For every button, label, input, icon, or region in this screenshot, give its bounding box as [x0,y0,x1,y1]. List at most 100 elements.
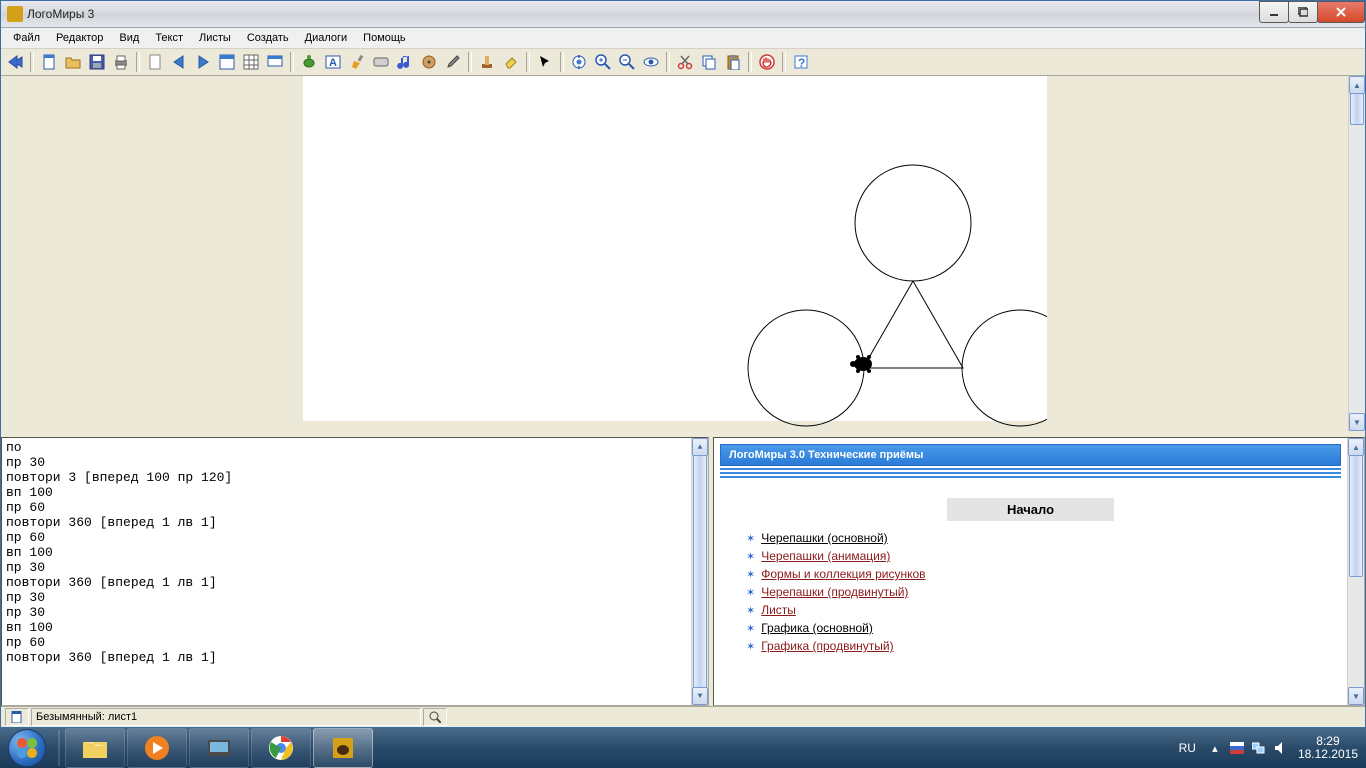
chrome-icon [267,734,295,762]
taskbar-app1[interactable] [189,728,249,768]
canvas-area: ▲ ▼ [1,76,1365,434]
help-scrollbar[interactable]: ▲ ▼ [1347,438,1364,705]
taskbar-media-player[interactable] [127,728,187,768]
scroll-up-button[interactable]: ▲ [692,438,708,456]
stamp-icon [479,54,495,70]
tray-volume-icon[interactable] [1273,740,1289,756]
help-link[interactable]: Черепашки (основной) [761,531,887,545]
help-link[interactable]: Черепашки (продвинутый) [761,585,908,599]
scroll-down-button[interactable]: ▼ [1349,413,1365,431]
lang-indicator[interactable]: RU [1179,741,1196,755]
cut-button[interactable] [674,51,696,73]
scroll-down-button[interactable]: ▼ [692,687,708,705]
help-button[interactable]: ? [790,51,812,73]
print-button[interactable] [110,51,132,73]
menu-file[interactable]: Файл [5,30,48,46]
open-folder-button[interactable] [62,51,84,73]
help-decor [720,468,1341,478]
start-button[interactable] [0,728,54,768]
paste-icon [725,54,741,70]
page-button[interactable] [38,51,60,73]
help-link[interactable]: Графика (продвинутый) [761,639,893,653]
help-link[interactable]: Графика (основной) [761,621,873,635]
code-scrollbar[interactable]: ▲ ▼ [691,438,708,705]
arrow-left-button[interactable] [168,51,190,73]
undo-arrow-icon [7,54,23,70]
minimize-button[interactable] [1259,1,1289,23]
pointer-button[interactable] [534,51,556,73]
app-icon [7,6,23,22]
menu-text[interactable]: Текст [147,30,191,46]
menu-view[interactable]: Вид [111,30,147,46]
scroll-up-button[interactable]: ▲ [1349,76,1365,94]
tray-chevron-icon[interactable]: ▴ [1207,740,1223,756]
help-link[interactable]: Черепашки (анимация) [761,549,890,563]
menu-dialogs[interactable]: Диалоги [297,30,356,46]
grid-button[interactable] [240,51,262,73]
tray-network-icon[interactable] [1251,740,1267,756]
canvas-scrollbar[interactable]: ▲ ▼ [1348,76,1365,431]
toolbar-separator [136,52,140,72]
eye-button[interactable] [640,51,662,73]
stamp-button[interactable] [476,51,498,73]
menu-help[interactable]: Помощь [355,30,414,46]
scroll-thumb[interactable] [693,455,707,688]
close-button[interactable] [1317,1,1365,23]
scroll-thumb[interactable] [1350,93,1364,125]
help-link[interactable]: Листы [761,603,796,617]
help-pane: ЛогоМиры 3.0 Технические приёмы Начало ✶… [713,437,1365,706]
help-link-row: ✶Листы [746,603,1341,617]
button-icon [373,54,389,70]
toolbar-separator [748,52,752,72]
undo-arrow-button[interactable] [4,51,26,73]
turtle-button[interactable] [298,51,320,73]
tray-clock[interactable]: 8:29 18.12.2015 [1298,735,1358,761]
scroll-down-button[interactable]: ▼ [1348,687,1364,705]
taskbar-explorer[interactable] [65,728,125,768]
audio-button[interactable] [418,51,440,73]
scroll-up-button[interactable]: ▲ [1348,438,1364,456]
zoom-out-button[interactable] [616,51,638,73]
toolbar: A? [1,49,1365,76]
status-zoom-icon[interactable] [423,708,447,726]
help-section-label: Начало [947,498,1114,521]
logoworlds-icon [329,734,357,762]
copy-icon [701,54,717,70]
paste-button[interactable] [722,51,744,73]
layout-button[interactable] [216,51,238,73]
menu-sheets[interactable]: Листы [191,30,239,46]
statusbar: Безымянный: лист1 [1,706,1365,727]
help-link-row: ✶Черепашки (основной) [746,531,1341,545]
menu-editor[interactable]: Редактор [48,30,111,46]
presentation-button[interactable] [264,51,286,73]
eyedropper-button[interactable] [442,51,464,73]
paint-button[interactable] [346,51,368,73]
eraser-button[interactable] [500,51,522,73]
taskbar-chrome[interactable] [251,728,311,768]
titlebar[interactable]: ЛогоМиры 3 [1,1,1365,28]
zoom-in-button[interactable] [592,51,614,73]
tray-flag-icon[interactable] [1229,740,1245,756]
text-box-button[interactable]: A [322,51,344,73]
code-pane[interactable]: по пр 30 повтори 3 [вперед 100 пр 120] в… [1,437,709,706]
page-icon [11,711,23,723]
copy-button[interactable] [698,51,720,73]
maximize-button[interactable] [1288,1,1318,23]
toolbar-separator [782,52,786,72]
print-icon [113,54,129,70]
new-page-button[interactable] [144,51,166,73]
scroll-thumb[interactable] [1349,455,1363,577]
music-note-button[interactable] [394,51,416,73]
toolbar-separator [290,52,294,72]
hatch-button[interactable] [568,51,590,73]
drawing-canvas[interactable] [303,76,1047,421]
menu-create[interactable]: Создать [239,30,297,46]
stop-hand-button[interactable] [756,51,778,73]
save-disk-icon [89,54,105,70]
arrow-left-icon [171,54,187,70]
arrow-right-button[interactable] [192,51,214,73]
button-button[interactable] [370,51,392,73]
save-disk-button[interactable] [86,51,108,73]
taskbar-logoworlds[interactable] [313,728,373,768]
help-link[interactable]: Формы и коллекция рисунков [761,567,925,581]
